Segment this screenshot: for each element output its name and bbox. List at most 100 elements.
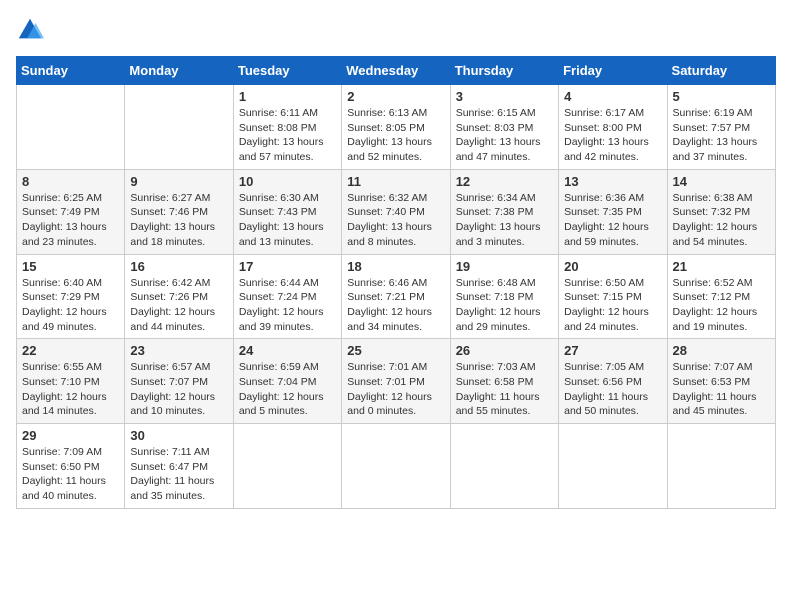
table-row: 22 Sunrise: 6:55 AM Sunset: 7:10 PM Dayl…: [17, 339, 125, 424]
logo-icon: [16, 16, 44, 44]
table-row: [17, 85, 125, 170]
day-number: 23: [130, 343, 227, 358]
day-number: 29: [22, 428, 119, 443]
table-row: 12 Sunrise: 6:34 AM Sunset: 7:38 PM Dayl…: [450, 169, 558, 254]
day-number: 19: [456, 259, 553, 274]
table-row: [667, 424, 775, 509]
calendar-week-row: 8 Sunrise: 6:25 AM Sunset: 7:49 PM Dayli…: [17, 169, 776, 254]
day-detail: Sunrise: 7:03 AM Sunset: 6:58 PM Dayligh…: [456, 360, 553, 419]
day-detail: Sunrise: 6:34 AM Sunset: 7:38 PM Dayligh…: [456, 191, 553, 250]
table-row: 15 Sunrise: 6:40 AM Sunset: 7:29 PM Dayl…: [17, 254, 125, 339]
page-header: [16, 16, 776, 44]
table-row: 25 Sunrise: 7:01 AM Sunset: 7:01 PM Dayl…: [342, 339, 450, 424]
day-number: 18: [347, 259, 444, 274]
day-number: 11: [347, 174, 444, 189]
table-row: 29 Sunrise: 7:09 AM Sunset: 6:50 PM Dayl…: [17, 424, 125, 509]
day-detail: Sunrise: 6:25 AM Sunset: 7:49 PM Dayligh…: [22, 191, 119, 250]
day-number: 22: [22, 343, 119, 358]
day-number: 4: [564, 89, 661, 104]
day-detail: Sunrise: 6:48 AM Sunset: 7:18 PM Dayligh…: [456, 276, 553, 335]
calendar-week-row: 1 Sunrise: 6:11 AM Sunset: 8:08 PM Dayli…: [17, 85, 776, 170]
day-number: 14: [673, 174, 770, 189]
day-detail: Sunrise: 6:13 AM Sunset: 8:05 PM Dayligh…: [347, 106, 444, 165]
day-detail: Sunrise: 6:15 AM Sunset: 8:03 PM Dayligh…: [456, 106, 553, 165]
header-monday: Monday: [125, 57, 233, 85]
day-number: 10: [239, 174, 336, 189]
table-row: 18 Sunrise: 6:46 AM Sunset: 7:21 PM Dayl…: [342, 254, 450, 339]
day-detail: Sunrise: 6:44 AM Sunset: 7:24 PM Dayligh…: [239, 276, 336, 335]
header-wednesday: Wednesday: [342, 57, 450, 85]
day-detail: Sunrise: 6:27 AM Sunset: 7:46 PM Dayligh…: [130, 191, 227, 250]
table-row: 26 Sunrise: 7:03 AM Sunset: 6:58 PM Dayl…: [450, 339, 558, 424]
day-detail: Sunrise: 6:17 AM Sunset: 8:00 PM Dayligh…: [564, 106, 661, 165]
day-number: 2: [347, 89, 444, 104]
header-friday: Friday: [559, 57, 667, 85]
header-sunday: Sunday: [17, 57, 125, 85]
table-row: [233, 424, 341, 509]
day-detail: Sunrise: 6:52 AM Sunset: 7:12 PM Dayligh…: [673, 276, 770, 335]
calendar-header-row: SundayMondayTuesdayWednesdayThursdayFrid…: [17, 57, 776, 85]
table-row: 5 Sunrise: 6:19 AM Sunset: 7:57 PM Dayli…: [667, 85, 775, 170]
day-detail: Sunrise: 6:36 AM Sunset: 7:35 PM Dayligh…: [564, 191, 661, 250]
day-number: 8: [22, 174, 119, 189]
table-row: 21 Sunrise: 6:52 AM Sunset: 7:12 PM Dayl…: [667, 254, 775, 339]
day-detail: Sunrise: 6:40 AM Sunset: 7:29 PM Dayligh…: [22, 276, 119, 335]
day-detail: Sunrise: 6:57 AM Sunset: 7:07 PM Dayligh…: [130, 360, 227, 419]
table-row: 13 Sunrise: 6:36 AM Sunset: 7:35 PM Dayl…: [559, 169, 667, 254]
table-row: 14 Sunrise: 6:38 AM Sunset: 7:32 PM Dayl…: [667, 169, 775, 254]
day-number: 16: [130, 259, 227, 274]
table-row: 27 Sunrise: 7:05 AM Sunset: 6:56 PM Dayl…: [559, 339, 667, 424]
table-row: 3 Sunrise: 6:15 AM Sunset: 8:03 PM Dayli…: [450, 85, 558, 170]
table-row: [559, 424, 667, 509]
table-row: 1 Sunrise: 6:11 AM Sunset: 8:08 PM Dayli…: [233, 85, 341, 170]
table-row: 4 Sunrise: 6:17 AM Sunset: 8:00 PM Dayli…: [559, 85, 667, 170]
table-row: [125, 85, 233, 170]
header-tuesday: Tuesday: [233, 57, 341, 85]
logo: [16, 16, 48, 44]
day-detail: Sunrise: 6:55 AM Sunset: 7:10 PM Dayligh…: [22, 360, 119, 419]
calendar-week-row: 22 Sunrise: 6:55 AM Sunset: 7:10 PM Dayl…: [17, 339, 776, 424]
day-number: 5: [673, 89, 770, 104]
day-detail: Sunrise: 7:09 AM Sunset: 6:50 PM Dayligh…: [22, 445, 119, 504]
day-detail: Sunrise: 7:11 AM Sunset: 6:47 PM Dayligh…: [130, 445, 227, 504]
table-row: 9 Sunrise: 6:27 AM Sunset: 7:46 PM Dayli…: [125, 169, 233, 254]
table-row: 28 Sunrise: 7:07 AM Sunset: 6:53 PM Dayl…: [667, 339, 775, 424]
table-row: 23 Sunrise: 6:57 AM Sunset: 7:07 PM Dayl…: [125, 339, 233, 424]
day-number: 25: [347, 343, 444, 358]
header-saturday: Saturday: [667, 57, 775, 85]
day-detail: Sunrise: 6:42 AM Sunset: 7:26 PM Dayligh…: [130, 276, 227, 335]
table-row: [450, 424, 558, 509]
day-number: 28: [673, 343, 770, 358]
table-row: 8 Sunrise: 6:25 AM Sunset: 7:49 PM Dayli…: [17, 169, 125, 254]
day-number: 1: [239, 89, 336, 104]
table-row: 11 Sunrise: 6:32 AM Sunset: 7:40 PM Dayl…: [342, 169, 450, 254]
day-number: 12: [456, 174, 553, 189]
calendar-week-row: 15 Sunrise: 6:40 AM Sunset: 7:29 PM Dayl…: [17, 254, 776, 339]
day-detail: Sunrise: 6:11 AM Sunset: 8:08 PM Dayligh…: [239, 106, 336, 165]
table-row: 30 Sunrise: 7:11 AM Sunset: 6:47 PM Dayl…: [125, 424, 233, 509]
day-detail: Sunrise: 6:59 AM Sunset: 7:04 PM Dayligh…: [239, 360, 336, 419]
calendar-table: SundayMondayTuesdayWednesdayThursdayFrid…: [16, 56, 776, 509]
day-number: 13: [564, 174, 661, 189]
day-number: 20: [564, 259, 661, 274]
table-row: 16 Sunrise: 6:42 AM Sunset: 7:26 PM Dayl…: [125, 254, 233, 339]
table-row: [342, 424, 450, 509]
day-detail: Sunrise: 6:38 AM Sunset: 7:32 PM Dayligh…: [673, 191, 770, 250]
day-detail: Sunrise: 6:50 AM Sunset: 7:15 PM Dayligh…: [564, 276, 661, 335]
table-row: 17 Sunrise: 6:44 AM Sunset: 7:24 PM Dayl…: [233, 254, 341, 339]
day-number: 26: [456, 343, 553, 358]
day-number: 3: [456, 89, 553, 104]
day-number: 21: [673, 259, 770, 274]
day-number: 27: [564, 343, 661, 358]
day-detail: Sunrise: 6:46 AM Sunset: 7:21 PM Dayligh…: [347, 276, 444, 335]
day-number: 17: [239, 259, 336, 274]
day-detail: Sunrise: 7:07 AM Sunset: 6:53 PM Dayligh…: [673, 360, 770, 419]
day-detail: Sunrise: 7:01 AM Sunset: 7:01 PM Dayligh…: [347, 360, 444, 419]
day-detail: Sunrise: 6:30 AM Sunset: 7:43 PM Dayligh…: [239, 191, 336, 250]
day-number: 30: [130, 428, 227, 443]
table-row: 10 Sunrise: 6:30 AM Sunset: 7:43 PM Dayl…: [233, 169, 341, 254]
day-detail: Sunrise: 6:19 AM Sunset: 7:57 PM Dayligh…: [673, 106, 770, 165]
day-number: 24: [239, 343, 336, 358]
day-number: 9: [130, 174, 227, 189]
day-number: 15: [22, 259, 119, 274]
